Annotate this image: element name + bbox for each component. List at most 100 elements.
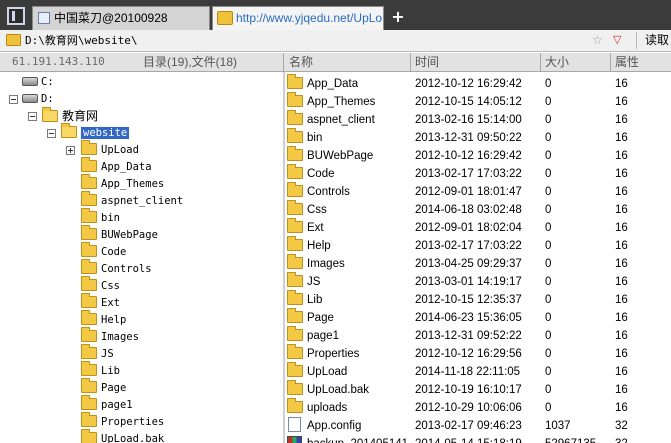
file-row[interactable]: Page 2014-06-23 15:36:05 0 16 [285, 308, 671, 327]
tree-folder-label: Controls [101, 263, 152, 275]
collapse-folder-button[interactable] [28, 112, 37, 121]
file-time: 2013-04-25 09:29:37 [415, 258, 522, 270]
tree-folder-label: Page [101, 382, 127, 394]
file-row[interactable]: App_Data 2012-10-12 16:29:42 0 16 [285, 74, 671, 93]
file-row[interactable]: UpLoad 2014-11-18 22:11:05 0 16 [285, 362, 671, 381]
file-row[interactable]: bin 2013-12-31 09:50:22 0 16 [285, 128, 671, 147]
archive-icon [287, 436, 302, 443]
tree-folder-website[interactable]: website [61, 123, 131, 142]
file-time: 2013-03-01 14:19:17 [415, 276, 522, 288]
folder-icon [81, 310, 97, 325]
column-header-name[interactable]: 名称 [289, 55, 313, 69]
tree-folder-item[interactable]: Controls [81, 259, 152, 278]
file-name-cell: backup_201405141... [287, 435, 418, 443]
tree-folder-jiaoyuwang[interactable]: 教育网 [42, 107, 98, 125]
file-row[interactable]: App.config 2013-02-17 09:46:23 1037 32 [285, 417, 671, 435]
tree-folder-label: UpLoad.bak [101, 433, 165, 443]
tree-drive-d[interactable]: D: [22, 91, 54, 108]
path-input[interactable]: D:\教育网\website\ [25, 33, 137, 48]
file-time: 2012-10-19 16:10:17 [415, 384, 522, 396]
column-header-time[interactable]: 时间 [415, 55, 439, 69]
file-name-cell: Ext [287, 218, 324, 237]
file-name: UpLoad [307, 366, 348, 378]
file-row[interactable]: Code 2013-02-17 17:03:22 0 16 [285, 164, 671, 183]
file-row[interactable]: App_Themes 2012-10-15 14:05:12 0 16 [285, 92, 671, 111]
file-name-cell: BUWebPage [287, 146, 374, 165]
panel-menu-icon[interactable] [4, 4, 28, 28]
tree-folder-item[interactable]: BUWebPage [81, 225, 158, 244]
favorite-star-icon[interactable]: ☆ [592, 33, 603, 48]
folder-icon [81, 259, 97, 274]
tree-folder-label: App_Data [101, 161, 152, 173]
file-name-cell: page1 [287, 326, 339, 345]
tree-folder-label: Code [101, 246, 127, 258]
file-name-cell: uploads [287, 398, 347, 417]
file-size: 0 [545, 366, 552, 378]
file-size: 0 [545, 186, 552, 198]
folder-icon [287, 218, 303, 233]
expand-folder-button[interactable] [66, 146, 75, 155]
info-header-bar: 61.191.143.110 目录(19),文件(18) 名称 时间 大小 属性 [0, 53, 671, 72]
file-row[interactable]: BUWebPage 2012-10-12 16:29:42 0 16 [285, 146, 671, 165]
tree-folder-item[interactable]: aspnet_client [81, 191, 183, 210]
folder-icon [287, 362, 303, 377]
tree-folder-label: JS [101, 348, 114, 360]
tree-folder-label: Properties [101, 416, 165, 428]
tree-folder-item[interactable]: App_Themes [81, 174, 164, 193]
column-divider[interactable] [540, 53, 541, 72]
tree-folder-label: BUWebPage [101, 229, 158, 241]
file-name: Properties [307, 348, 360, 360]
file-attr: 16 [615, 222, 628, 234]
folder-icon [81, 191, 97, 206]
file-row[interactable]: Css 2014-06-18 03:02:48 0 16 [285, 200, 671, 219]
tree-folder-item[interactable]: Properties [81, 412, 165, 431]
collapse-drive-d-button[interactable] [9, 95, 18, 104]
tree-folder-label: Ext [101, 297, 120, 309]
column-divider[interactable] [410, 53, 411, 72]
folder-icon [81, 378, 97, 393]
tab-caidao[interactable]: 中国菜刀@20100928 [32, 6, 210, 30]
file-name-cell: App_Themes [287, 92, 376, 111]
file-row[interactable]: backup_201405141...2014-05-14 15:18:19 52… [285, 435, 671, 443]
file-row[interactable]: uploads 2012-10-29 10:06:06 0 16 [285, 398, 671, 417]
file-name: App_Themes [307, 96, 376, 108]
file-name-cell: App_Data [287, 74, 358, 93]
column-header-attr[interactable]: 属性 [615, 55, 639, 69]
file-time: 2013-12-31 09:52:22 [415, 330, 522, 342]
file-size: 0 [545, 114, 552, 126]
file-row[interactable]: UpLoad.bak 2012-10-19 16:10:17 0 16 [285, 380, 671, 399]
tree-folder-item[interactable]: UpLoad.bak [81, 429, 165, 443]
folder-icon [287, 146, 303, 161]
path-dropdown-button[interactable]: ▽ [613, 33, 621, 48]
file-name: BUWebPage [307, 150, 374, 162]
tree-drive-c[interactable]: C: [22, 74, 54, 91]
file-row[interactable]: aspnet_client 2013-02-16 15:14:00 0 16 [285, 110, 671, 129]
file-time: 2013-02-17 17:03:22 [415, 168, 522, 180]
file-size: 0 [545, 312, 552, 324]
file-attr: 32 [615, 420, 628, 432]
file-row[interactable]: JS 2013-03-01 14:19:17 0 16 [285, 272, 671, 291]
drive-icon [22, 94, 38, 103]
file-name-cell: Properties [287, 344, 360, 363]
file-row[interactable]: Lib 2012-10-15 12:35:37 0 16 [285, 290, 671, 309]
column-divider[interactable] [610, 53, 611, 72]
file-size: 0 [545, 348, 552, 360]
file-row[interactable]: Images 2013-04-25 09:29:37 0 16 [285, 254, 671, 273]
file-icon [288, 417, 301, 432]
folder-icon [81, 344, 97, 359]
file-row[interactable]: page1 2013-12-31 09:52:22 0 16 [285, 326, 671, 345]
file-time: 2012-10-12 16:29:56 [415, 348, 522, 360]
file-row[interactable]: Properties 2012-10-12 16:29:56 0 16 [285, 344, 671, 363]
folder-icon [287, 110, 303, 125]
column-header-size[interactable]: 大小 [545, 55, 569, 69]
file-row[interactable]: Ext 2012-09-01 18:02:04 0 16 [285, 218, 671, 237]
file-name-cell: Css [287, 200, 327, 219]
collapse-folder-button[interactable] [47, 129, 56, 138]
read-button[interactable]: 读取 [645, 33, 669, 48]
new-tab-button[interactable]: + [388, 8, 408, 28]
file-row[interactable]: Help 2013-02-17 17:03:22 0 16 [285, 236, 671, 255]
file-row[interactable]: Controls 2012-09-01 18:01:47 0 16 [285, 182, 671, 201]
tab-file-manager[interactable]: http://www.yjqedu.net/UpLo... [212, 6, 384, 30]
tree-folder-item[interactable]: App_Data [81, 157, 152, 176]
column-divider[interactable] [283, 53, 284, 72]
